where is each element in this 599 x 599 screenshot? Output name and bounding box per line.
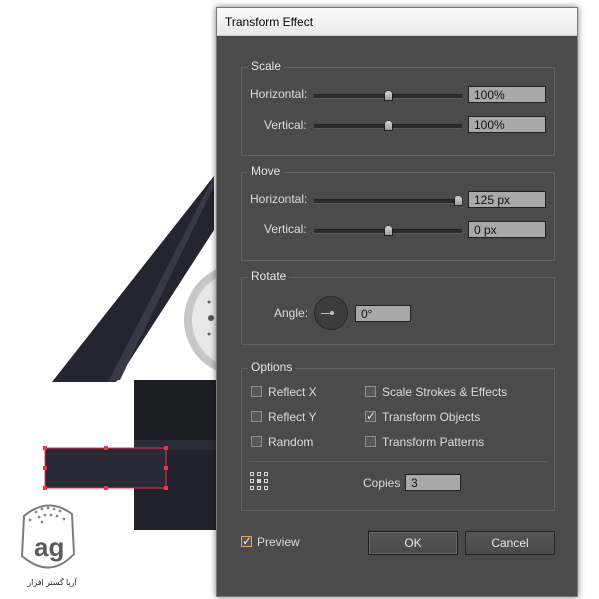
options-group-label: Options (248, 360, 296, 374)
angle-dial[interactable] (314, 296, 348, 330)
random-checkbox[interactable] (251, 436, 262, 447)
move-vertical-label: Vertical: (264, 222, 307, 236)
reflect-x-checkbox[interactable] (251, 386, 262, 397)
scale-vertical-slider[interactable] (314, 120, 462, 131)
watermark-logo-text: ag (34, 532, 64, 562)
move-vertical-input[interactable]: 0 px (468, 221, 546, 238)
scale-horizontal-input[interactable]: 100% (468, 86, 546, 103)
scale-strokes-label[interactable]: Scale Strokes & Effects (382, 385, 507, 399)
transform-patterns-checkbox[interactable] (365, 436, 376, 447)
transform-objects-checkmark-icon: ✓ (366, 409, 377, 423)
cancel-button[interactable]: Cancel (465, 531, 555, 555)
scale-group-label: Scale (248, 59, 285, 73)
options-separator (249, 461, 547, 462)
reference-point-grid-icon[interactable] (250, 472, 269, 491)
transform-objects-checkbox[interactable]: ✓ (365, 409, 377, 423)
reflect-y-checkbox[interactable] (251, 411, 262, 422)
scale-group: Scale (241, 59, 555, 156)
angle-dial-center (330, 311, 334, 315)
scale-horizontal-label: Horizontal: (250, 87, 308, 101)
rotate-angle-input[interactable]: 0° (355, 305, 411, 322)
dialog-titlebar[interactable]: Transform Effect (217, 8, 577, 36)
move-group-label: Move (248, 164, 284, 178)
preview-label[interactable]: Preview (257, 535, 300, 549)
ok-button[interactable]: OK (368, 531, 458, 555)
copies-label: Copies (363, 476, 401, 490)
random-label[interactable]: Random (268, 435, 313, 449)
move-horizontal-label: Horizontal: (250, 192, 308, 206)
rotate-angle-label: Angle: (274, 306, 309, 320)
scale-horizontal-slider[interactable] (314, 90, 462, 101)
selected-rectangle (44, 447, 167, 489)
move-horizontal-slider[interactable] (314, 195, 463, 206)
transform-objects-label[interactable]: Transform Objects (382, 410, 480, 424)
copies-input[interactable]: 3 (405, 474, 461, 491)
dialog-title: Transform Effect (225, 15, 314, 29)
preview-checkbox[interactable]: ✓ (241, 534, 253, 548)
reflect-x-label[interactable]: Reflect X (268, 385, 317, 399)
preview-checkmark-icon: ✓ (242, 534, 253, 548)
scale-strokes-checkbox[interactable] (365, 386, 376, 397)
transform-effect-dialog: Transform Effect Scale Horizontal: 100% … (216, 7, 578, 597)
scale-vertical-label: Vertical: (264, 118, 307, 132)
scale-vertical-input[interactable]: 100% (468, 116, 546, 133)
move-vertical-slider[interactable] (314, 225, 462, 236)
move-horizontal-input[interactable]: 125 px (468, 191, 546, 208)
rotate-group-label: Rotate (248, 269, 290, 283)
transform-patterns-label[interactable]: Transform Patterns (382, 435, 484, 449)
reflect-y-label[interactable]: Reflect Y (268, 410, 316, 424)
watermark-caption: آریا گستر افزار (27, 578, 77, 587)
move-group: Move (241, 164, 555, 261)
